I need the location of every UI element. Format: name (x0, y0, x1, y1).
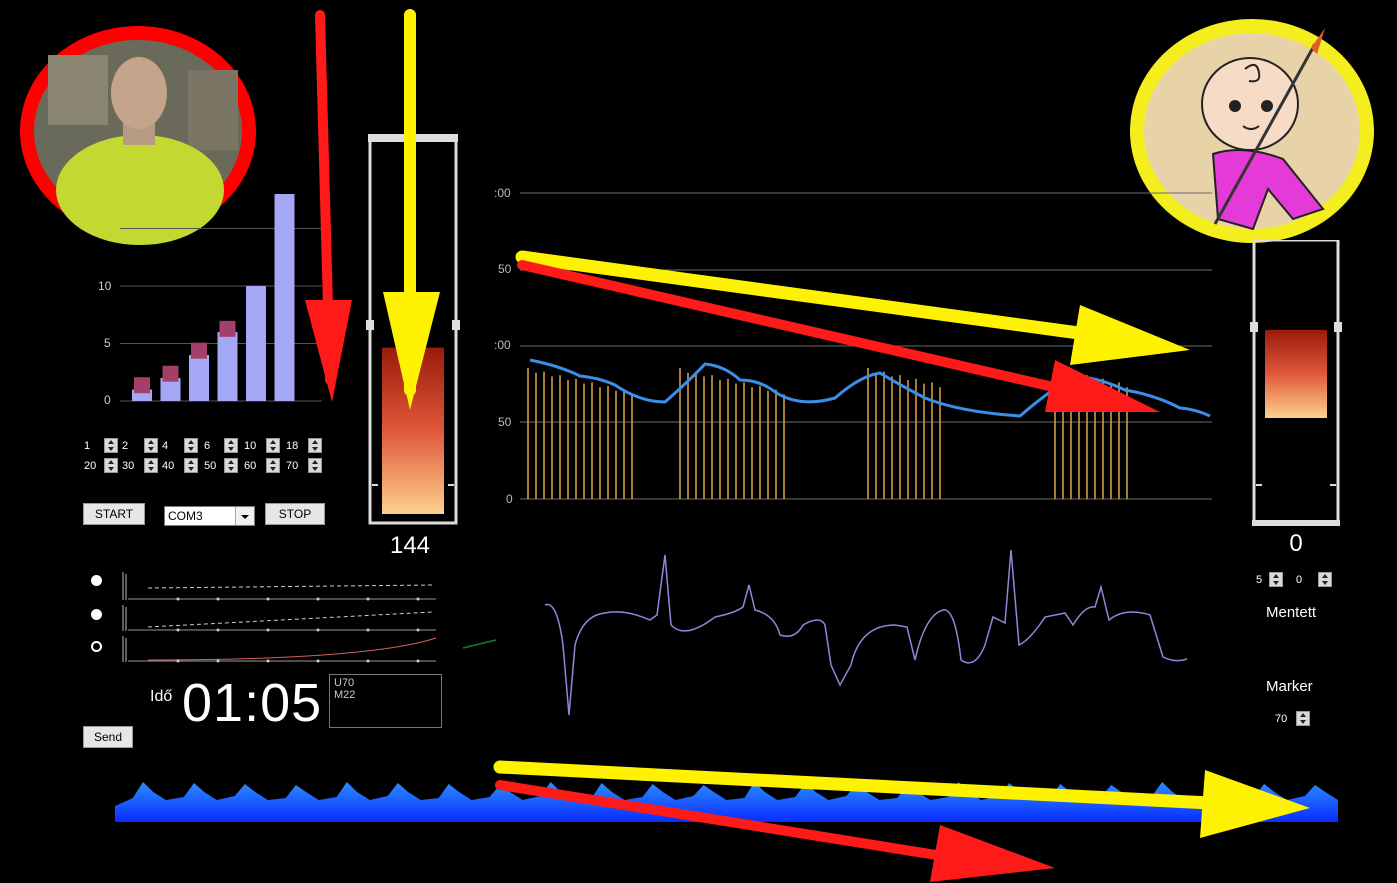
mentett-label: Mentett (1266, 604, 1317, 621)
timer-label: Idő (150, 688, 173, 705)
bar-y-tick-5: 5 (104, 336, 111, 350)
track-panel-svg (122, 572, 497, 663)
spinner-30[interactable] (144, 458, 158, 473)
bar-y-tick-10: 10 (98, 279, 112, 293)
main-y-tick-00a: :00 (494, 338, 511, 352)
ecg-waveform (535, 545, 1195, 720)
start-button[interactable]: START (83, 503, 145, 525)
main-y-tick-00b: :00 (494, 186, 511, 200)
spinner-label-6: 6 (204, 440, 211, 452)
log-line-2: M22 (334, 689, 356, 701)
bar-chart-svg (120, 194, 322, 402)
left-gauge-fill (382, 347, 444, 514)
spinner-60[interactable] (266, 458, 280, 473)
bar-3 (217, 332, 238, 401)
right-gauge-value: 0 (1289, 530, 1303, 557)
left-gauge (366, 130, 462, 526)
bar-marker-2 (191, 342, 207, 359)
marker-spinner-label: 70 (1275, 713, 1288, 725)
spinner-label-70: 70 (286, 460, 299, 472)
bar-chart: 0 5 10 (90, 170, 330, 410)
spinner-label-40: 40 (162, 460, 175, 472)
marker-spinner[interactable] (1296, 711, 1310, 726)
left-gauge-svg (366, 134, 460, 525)
spinner-label-60: 60 (244, 460, 257, 472)
main-y-tick-50a: 50 (498, 415, 512, 429)
spinner-2[interactable] (144, 438, 158, 453)
bar-marker-3 (219, 320, 236, 337)
log-line-1: U70 (334, 677, 355, 689)
left-spinner-grid: 1 2 4 6 10 18 20 30 40 50 60 70 (82, 438, 342, 478)
right-spinner-a[interactable] (1269, 572, 1283, 587)
ecg-waveform-svg (544, 549, 1188, 716)
right-spinner-label-a: 5 (1256, 574, 1263, 586)
spinner-label-50: 50 (204, 460, 217, 472)
spinner-10[interactable] (266, 438, 280, 453)
track-panel (118, 572, 498, 664)
spinner-50[interactable] (224, 458, 238, 473)
left-gauge-value: 144 (389, 532, 431, 559)
terrain-shape (115, 782, 1338, 822)
right-spinner-b[interactable] (1318, 572, 1332, 587)
spinner-6[interactable] (224, 438, 238, 453)
com-port-value: COM3 (168, 509, 203, 523)
main-chart-svg (520, 192, 1212, 500)
main-chart: 0 50 :00 50 :00 (490, 180, 1220, 510)
spinner-label-18: 18 (286, 440, 299, 452)
main-y-tick-50b: 50 (498, 262, 512, 276)
spinner-label-4: 4 (162, 440, 169, 452)
right-gauge (1250, 240, 1342, 528)
right-gauge-fill (1265, 329, 1327, 418)
bar-2 (189, 355, 209, 401)
spinner-40[interactable] (184, 458, 198, 473)
timer-value: 01:05 (182, 673, 323, 733)
spinner-label-30: 30 (122, 460, 135, 472)
spinner-label-1: 1 (84, 440, 91, 452)
bar-marker-1 (162, 365, 179, 382)
stop-button[interactable]: STOP (265, 503, 325, 525)
marker-label: Marker (1266, 678, 1313, 695)
com-port-select[interactable]: COM3 (164, 506, 255, 526)
terrain-strip-svg (115, 782, 1338, 822)
log-box: U70 M22 (329, 674, 442, 728)
spinner-70[interactable] (308, 458, 322, 473)
bar-marker-0 (134, 377, 150, 394)
track-radio-2[interactable] (91, 609, 102, 620)
right-spinner-label-b: 0 (1296, 574, 1303, 586)
send-button[interactable]: Send (83, 726, 133, 748)
chevron-down-icon[interactable] (235, 507, 254, 525)
spinner-1[interactable] (104, 438, 118, 453)
spinner-label-10: 10 (244, 440, 257, 452)
right-gauge-svg (1250, 240, 1342, 526)
bar-5 (274, 194, 295, 401)
track-radio-3[interactable] (91, 641, 102, 652)
spinner-18[interactable] (308, 438, 322, 453)
spinner-20[interactable] (104, 458, 118, 473)
bar-y-tick-0: 0 (104, 393, 111, 407)
track-radio-1[interactable] (91, 575, 102, 586)
terrain-strip (115, 770, 1338, 822)
spinner-label-2: 2 (122, 440, 129, 452)
main-y-tick-0: 0 (506, 492, 513, 506)
spinner-label-20: 20 (84, 460, 97, 472)
bar-4 (246, 286, 266, 401)
spinner-4[interactable] (184, 438, 198, 453)
